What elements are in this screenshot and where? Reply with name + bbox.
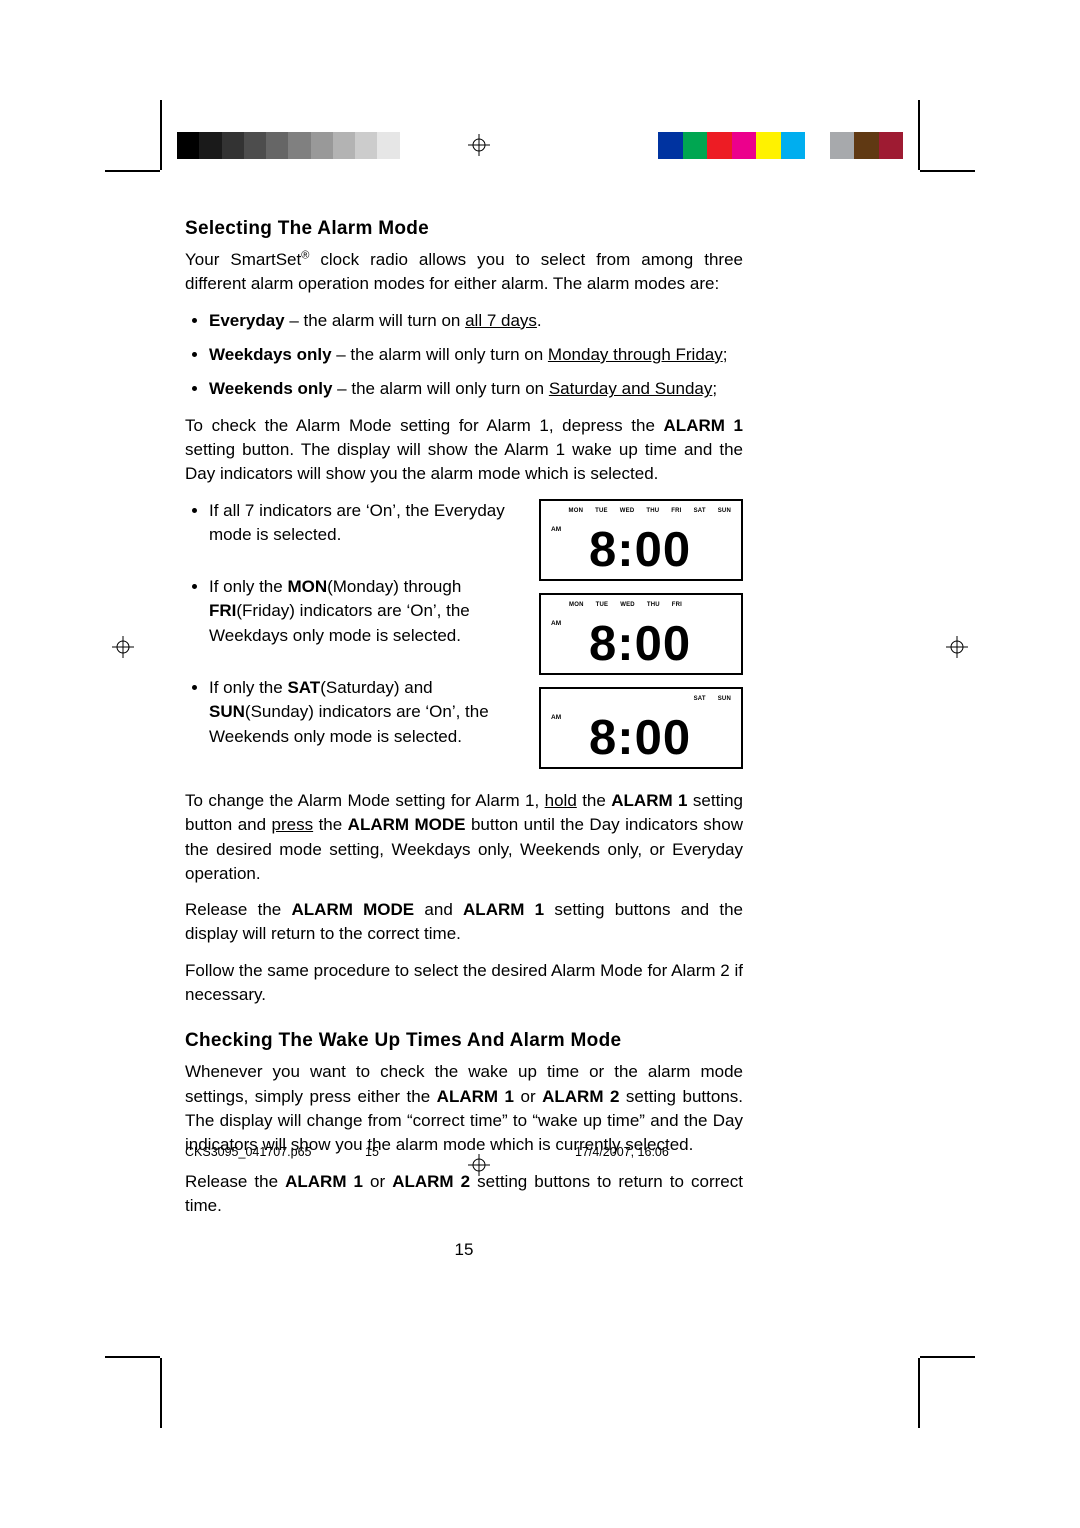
text: – the alarm will only turn on xyxy=(332,379,548,398)
text: and xyxy=(414,900,463,919)
text: the xyxy=(577,791,611,810)
text: or xyxy=(363,1172,392,1191)
page-number: 15 xyxy=(185,1238,743,1262)
text: ALARM MODE xyxy=(292,900,415,919)
day-label: SAT xyxy=(694,695,706,704)
crop-mark xyxy=(105,170,160,172)
list-item: If only the SAT(Saturday) and SUN(Sunday… xyxy=(209,676,521,749)
day-label: MON xyxy=(569,601,584,610)
text: Weekdays only xyxy=(209,345,332,364)
indicators-row: If all 7 indicators are ‘On’, the Everyd… xyxy=(185,499,743,777)
text: ALARM 2 xyxy=(542,1087,619,1106)
text: Release the xyxy=(185,1172,285,1191)
text: MON xyxy=(287,577,327,596)
text: – the alarm will turn on xyxy=(285,311,465,330)
text: the xyxy=(313,815,348,834)
crop-mark xyxy=(160,100,162,170)
text: ALARM 1 xyxy=(611,791,687,810)
section-heading: Checking The Wake Up Times And Alarm Mod… xyxy=(185,1027,743,1054)
text: ALARM 1 xyxy=(463,900,544,919)
crop-mark xyxy=(920,1356,975,1358)
release-paragraph: Release the ALARM MODE and ALARM 1 setti… xyxy=(185,898,743,947)
page-content: Selecting The Alarm Mode Your SmartSet® … xyxy=(185,215,743,1263)
intro-paragraph: Your SmartSet® clock radio allows you to… xyxy=(185,248,743,297)
text: all 7 days xyxy=(465,311,537,330)
color-bar xyxy=(658,132,903,159)
text: Release the xyxy=(185,900,292,919)
print-page: Selecting The Alarm Mode Your SmartSet® … xyxy=(0,0,1080,1528)
text: SAT xyxy=(287,678,320,697)
check-paragraph: To check the Alarm Mode setting for Alar… xyxy=(185,414,743,487)
lcd-time: 8:00 xyxy=(589,703,691,773)
text: (Friday) indicators are ‘On’, the Weekda… xyxy=(209,601,470,644)
text: ALARM 2 xyxy=(392,1172,470,1191)
list-item: Weekends only – the alarm will only turn… xyxy=(209,377,743,401)
lcd-display-weekends: SATSUN AM 8:00 xyxy=(539,687,743,769)
list-item: If only the MON(Monday) through FRI(Frid… xyxy=(209,575,521,648)
lcd-illustrations: MONTUEWEDTHUFRISATSUN AM 8:00 MONTUEWEDT… xyxy=(539,499,743,777)
text: Saturday and Sunday xyxy=(549,379,713,398)
day-label: SAT xyxy=(694,507,706,516)
alarm-modes-list: Everyday – the alarm will turn on all 7 … xyxy=(185,309,743,402)
text: ALARM 1 xyxy=(285,1172,363,1191)
registration-mark-icon xyxy=(468,134,490,156)
text: (Monday) through xyxy=(327,577,461,596)
text: ALARM 1 xyxy=(437,1087,514,1106)
text: Monday through Friday xyxy=(548,345,723,364)
day-label: SUN xyxy=(718,507,731,516)
source-filename: CKS3095_041707.p65 xyxy=(185,1145,312,1159)
indicator-text: If all 7 indicators are ‘On’, the Everyd… xyxy=(185,499,521,777)
grayscale-bar xyxy=(177,132,422,159)
crop-mark xyxy=(920,170,975,172)
crop-mark xyxy=(918,100,920,170)
lcd-ampm: AM xyxy=(551,619,561,628)
text: or xyxy=(514,1087,542,1106)
crop-mark xyxy=(918,1358,920,1428)
crop-mark xyxy=(160,1358,162,1428)
text: If only the xyxy=(209,678,287,697)
day-label: SUN xyxy=(718,695,731,704)
text: ; xyxy=(723,345,728,364)
lcd-display-everyday: MONTUEWEDTHUFRISATSUN AM 8:00 xyxy=(539,499,743,581)
text: Everyday xyxy=(209,311,285,330)
registration-mark-icon xyxy=(946,636,968,658)
text: – the alarm will only turn on xyxy=(332,345,548,364)
section-heading: Selecting The Alarm Mode xyxy=(185,215,743,242)
day-label: MON xyxy=(569,507,584,516)
text: . xyxy=(537,311,542,330)
text: (Sunday) indicators are ‘On’, the Weeken… xyxy=(209,702,489,745)
lcd-ampm: AM xyxy=(551,713,561,722)
text: (Saturday) and xyxy=(320,678,432,697)
crop-mark xyxy=(105,1356,160,1358)
list-item: Everyday – the alarm will turn on all 7 … xyxy=(209,309,743,333)
change-paragraph: To change the Alarm Mode setting for Ala… xyxy=(185,789,743,886)
text: If only the xyxy=(209,577,287,596)
text: hold xyxy=(545,791,577,810)
lcd-ampm: AM xyxy=(551,525,561,534)
text: press xyxy=(272,815,314,834)
text: ALARM MODE xyxy=(348,815,466,834)
list-item: If all 7 indicators are ‘On’, the Everyd… xyxy=(209,499,521,548)
text: Your SmartSet xyxy=(185,250,301,269)
slug-date: 17/4/2007, 16:06 xyxy=(575,1145,669,1159)
text: ALARM 1 xyxy=(664,416,743,435)
text: setting button. The display will show th… xyxy=(185,440,743,483)
text: To change the Alarm Mode setting for Ala… xyxy=(185,791,545,810)
lcd-display-weekdays: MONTUEWEDTHUFRI AM 8:00 xyxy=(539,593,743,675)
checking-paragraph: Whenever you want to check the wake up t… xyxy=(185,1060,743,1157)
list-item: Weekdays only – the alarm will only turn… xyxy=(209,343,743,367)
follow-paragraph: Follow the same procedure to select the … xyxy=(185,959,743,1008)
lcd-time: 8:00 xyxy=(589,609,691,679)
lcd-time: 8:00 xyxy=(589,515,691,585)
text: SUN xyxy=(209,702,245,721)
text: Weekends only xyxy=(209,379,332,398)
text: FRI xyxy=(209,601,236,620)
release-paragraph: Release the ALARM 1 or ALARM 2 setting b… xyxy=(185,1170,743,1219)
text: To check the Alarm Mode setting for Alar… xyxy=(185,416,664,435)
slug-page: 15 xyxy=(365,1145,379,1159)
text: ; xyxy=(712,379,717,398)
registration-mark-icon xyxy=(112,636,134,658)
